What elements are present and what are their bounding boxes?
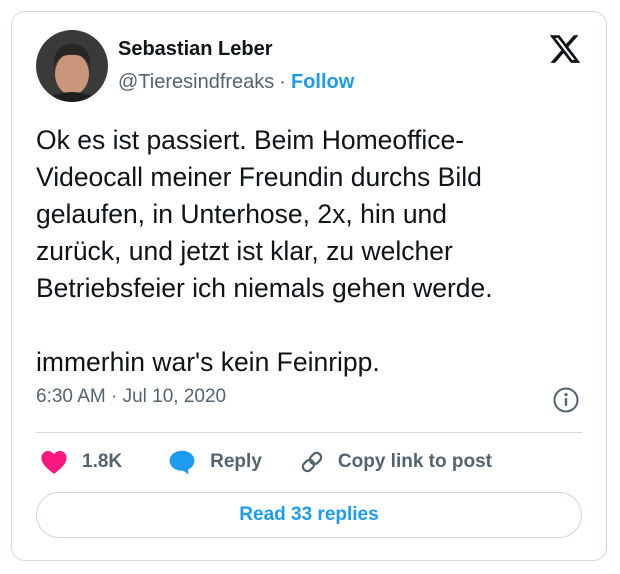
copy-link-label: Copy link to post: [337, 451, 492, 472]
author-name[interactable]: Sebastian Leber: [118, 38, 273, 61]
speech-bubble-icon: [168, 449, 196, 475]
read-replies-button[interactable]: Read 33 replies: [36, 492, 582, 538]
timestamp[interactable]: 6:30 AM · Jul 10, 2020: [36, 386, 226, 408]
x-logo-icon[interactable]: [548, 32, 582, 66]
follow-button[interactable]: Follow: [291, 71, 354, 93]
info-icon[interactable]: [552, 386, 580, 414]
divider: [36, 432, 582, 433]
action-bar: 1.8K Reply Copy link to post: [40, 444, 492, 480]
tweet-text: Ok es ist passiert. Beim Homeoffice- Vid…: [36, 125, 493, 377]
reply-label: Reply: [210, 451, 262, 472]
author-handle[interactable]: @Tieresindfreaks: [118, 71, 274, 93]
like-count: 1.8K: [82, 451, 123, 472]
like-button[interactable]: 1.8K: [40, 449, 122, 475]
author-handle-row: @Tieresindfreaks · Follow: [118, 71, 354, 94]
avatar[interactable]: [36, 30, 108, 102]
separator-dot: ·: [279, 71, 286, 93]
reply-button[interactable]: Reply: [168, 449, 262, 475]
link-icon: [298, 448, 326, 476]
read-replies-label: Read 33 replies: [239, 504, 379, 525]
copy-link-button[interactable]: Copy link to post: [298, 448, 492, 476]
heart-icon: [40, 449, 68, 475]
tweet-embed-card: Sebastian Leber @Tieresindfreaks · Follow …: [11, 11, 607, 561]
